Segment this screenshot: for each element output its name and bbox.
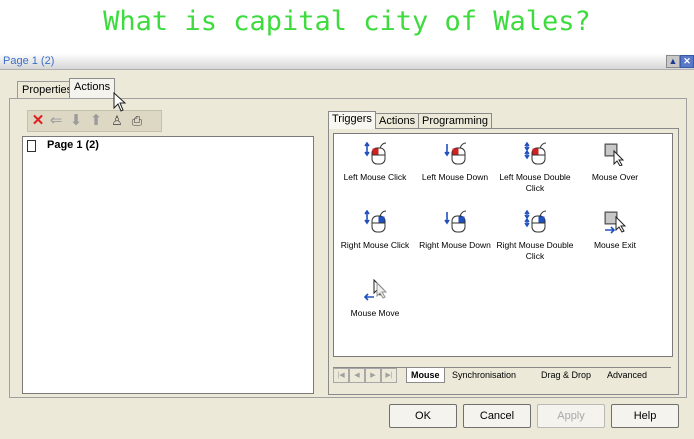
trigger-label: Mouse Move xyxy=(350,308,400,318)
arrow-up-icon[interactable]: ⬆ xyxy=(87,112,105,130)
apply-button[interactable]: Apply xyxy=(537,404,605,428)
tab-synchronisation[interactable]: Synchronisation xyxy=(448,368,520,382)
mouse-over-icon xyxy=(604,143,625,166)
trigger-label: Right Mouse Down xyxy=(419,240,491,250)
mouse-move-icon xyxy=(363,278,388,301)
trigger-label: Left Mouse Click xyxy=(343,172,407,182)
trigger-grid: Left Mouse Click Left Mouse Down Left Mo… xyxy=(333,133,673,357)
triggers-panel: Left Mouse Click Left Mouse Down Left Mo… xyxy=(328,128,679,395)
trigger-mouse-move[interactable]: Mouse Move xyxy=(336,278,414,319)
tab-mouse[interactable]: Mouse xyxy=(406,368,445,383)
page-icon xyxy=(27,140,36,152)
action-tree[interactable]: Page 1 (2) xyxy=(22,136,314,394)
trigger-label: Mouse Over xyxy=(591,172,639,182)
right-mouse-down-icon xyxy=(444,210,467,233)
tab-drag-drop[interactable]: Drag & Drop xyxy=(537,368,595,382)
trigger-mouse-exit[interactable]: Mouse Exit xyxy=(576,210,654,251)
help-button[interactable]: Help xyxy=(611,404,679,428)
actions-toolbar: ✕ ⇐ ⬇ ⬆ ♙ ⎙ xyxy=(27,110,162,132)
window-titlebar[interactable]: Page 1 (2) ▲ ✕ xyxy=(0,53,694,70)
last-tab-icon[interactable]: ▶| xyxy=(381,368,397,383)
left-mouse-double-click-icon xyxy=(524,142,547,165)
tree-item-label: Page 1 (2) xyxy=(47,139,99,151)
right-mouse-double-click-icon xyxy=(524,210,547,233)
delete-icon[interactable]: ✕ xyxy=(29,112,47,130)
left-mouse-down-icon xyxy=(444,142,467,165)
printer-icon[interactable]: ⎙ xyxy=(128,112,146,130)
actions-panel: ✕ ⇐ ⬇ ⬆ ♙ ⎙ Page 1 (2) Triggers Actions … xyxy=(9,98,687,398)
trigger-right-mouse-down[interactable]: Right Mouse Down xyxy=(416,210,494,251)
trigger-right-mouse-double-click[interactable]: Right Mouse Double Click xyxy=(496,210,574,262)
trigger-mouse-over[interactable]: Mouse Over xyxy=(576,142,654,183)
mouse-exit-icon xyxy=(604,211,627,234)
tab-advanced[interactable]: Advanced xyxy=(603,368,651,382)
trigger-label: Left Mouse Down xyxy=(421,172,489,182)
next-tab-icon[interactable]: ▶ xyxy=(365,368,381,383)
question-text: What is capital city of Wales? xyxy=(103,6,591,37)
tab-actions[interactable]: Actions xyxy=(69,78,116,99)
trigger-left-mouse-click[interactable]: Left Mouse Click xyxy=(336,142,414,183)
window-title: Page 1 (2) xyxy=(3,55,55,67)
tab-scroll-buttons: |◀ ◀ ▶ ▶| xyxy=(333,368,407,383)
trigger-label: Right Mouse Click xyxy=(340,240,410,250)
trigger-left-mouse-double-click[interactable]: Left Mouse Double Click xyxy=(496,142,574,194)
arrow-left-icon[interactable]: ⇐ xyxy=(47,112,65,130)
arrow-down-icon[interactable]: ⬇ xyxy=(67,112,85,130)
right-mouse-click-icon xyxy=(364,210,387,233)
person-icon[interactable]: ♙ xyxy=(108,112,126,130)
left-mouse-click-icon xyxy=(364,142,387,165)
dialog-body: Properties Actions ✕ ⇐ ⬇ ⬆ ♙ ⎙ Page 1 (2… xyxy=(0,70,694,439)
question-banner: What is capital city of Wales? xyxy=(0,0,694,47)
mouse-cursor-icon xyxy=(113,92,127,112)
prev-tab-icon[interactable]: ◀ xyxy=(349,368,365,383)
maximize-icon[interactable]: ▲ xyxy=(666,55,680,68)
cancel-button[interactable]: Cancel xyxy=(463,404,531,428)
trigger-label: Right Mouse Double Click xyxy=(496,240,574,261)
trigger-label: Left Mouse Double Click xyxy=(499,172,571,193)
close-icon[interactable]: ✕ xyxy=(680,55,694,68)
ok-button[interactable]: OK xyxy=(389,404,457,428)
trigger-category-tabs: |◀ ◀ ▶ ▶| Mouse Synchronisation Drag & D… xyxy=(333,366,671,384)
trigger-label: Mouse Exit xyxy=(593,240,637,250)
first-tab-icon[interactable]: |◀ xyxy=(333,368,349,383)
trigger-right-mouse-click[interactable]: Right Mouse Click xyxy=(336,210,414,251)
tab-programming[interactable]: Programming xyxy=(418,113,493,129)
tab-inner-actions[interactable]: Actions xyxy=(375,113,420,129)
tab-triggers[interactable]: Triggers xyxy=(328,111,376,129)
trigger-left-mouse-down[interactable]: Left Mouse Down xyxy=(416,142,494,183)
